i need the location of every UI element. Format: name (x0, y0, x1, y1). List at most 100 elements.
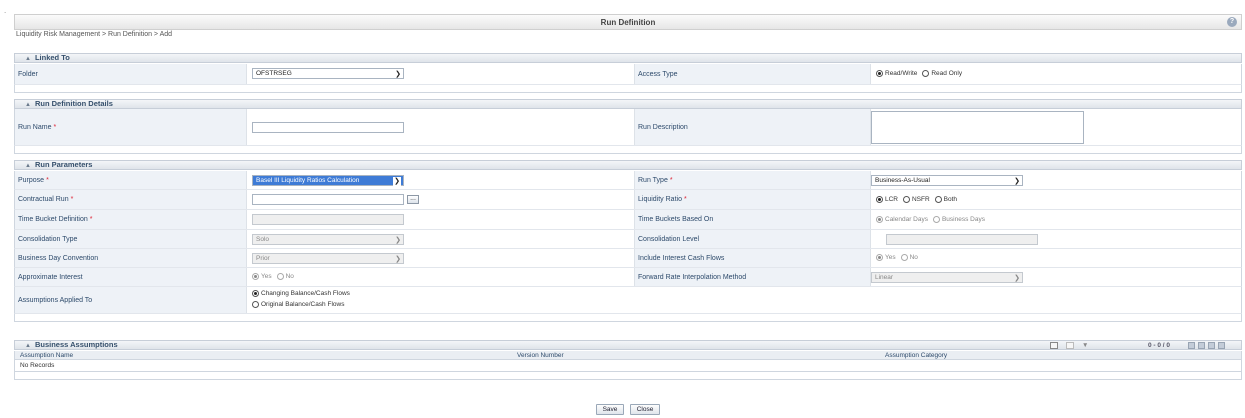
chevron-down-icon: ❯ (395, 71, 401, 78)
assumptions-applied-label: Assumptions Applied To (15, 287, 247, 313)
run-type-label: Run Type * (635, 171, 871, 189)
collapse-chevron-icon[interactable]: ▲ (25, 56, 31, 62)
param-row-contractual: Contractual Run * ... Liquidity Ratio * LC… (14, 190, 1242, 210)
include-interest-label: Include Interest Cash Flows (635, 249, 871, 267)
calendar-days-radio (876, 215, 883, 223)
liquidity-ratio-label: Liquidity Ratio * (635, 190, 871, 209)
collapse-chevron-icon[interactable]: ▲ (25, 163, 31, 169)
folder-cell: OFSTRSEG ❯ (247, 64, 635, 84)
run-name-cell (247, 109, 635, 145)
run-details-row: Run Name * Run Description (14, 109, 1242, 146)
section-title: Business Assumptions (34, 340, 118, 349)
access-type-label: Access Type (635, 64, 871, 84)
chevron-down-icon: ❯ (393, 177, 401, 186)
both-radio[interactable] (934, 195, 942, 203)
purpose-select[interactable]: Basel III Liquidity Ratios Calculation ❯ (252, 175, 404, 186)
next-page-icon[interactable] (1208, 342, 1215, 349)
approx-interest-cell: Yes No (247, 268, 635, 286)
consolidation-type-select: Solo ❯ (252, 234, 404, 245)
section-run-parameters[interactable]: ▲ Run Parameters (14, 160, 1242, 170)
include-interest-yes-radio (876, 254, 883, 262)
access-type-cell: Read/Write Read Only (871, 64, 1243, 84)
param-row-approx-interest: Approximate Interest Yes No Forward Rate… (14, 268, 1242, 287)
include-interest-no-radio (900, 254, 908, 262)
run-type-select[interactable]: Business-As-Usual ❯ (871, 175, 1023, 186)
business-day-cell: Prior ❯ (247, 249, 635, 267)
section-spacer (14, 85, 1242, 93)
section-title: Linked To (34, 53, 70, 62)
contractual-run-input[interactable] (252, 194, 404, 205)
last-page-icon[interactable] (1218, 342, 1225, 349)
include-interest-no-label: No (909, 254, 918, 262)
changing-balance-radio[interactable] (252, 290, 259, 297)
time-buckets-based-on-label: Time Buckets Based On (635, 210, 871, 229)
chevron-down-icon: ❯ (395, 237, 401, 244)
time-bucket-cell (247, 210, 635, 229)
save-button[interactable]: Save (596, 404, 624, 415)
nsfr-radio[interactable] (902, 195, 910, 203)
consolidation-level-input (886, 234, 1038, 245)
folder-select[interactable]: OFSTRSEG ❯ (252, 68, 404, 79)
collapse-chevron-icon[interactable]: ▲ (25, 343, 31, 349)
approx-interest-no-radio (276, 273, 284, 281)
approx-interest-label: Approximate Interest (15, 268, 247, 286)
breadcrumb: Liquidity Risk Management > Run Definiti… (16, 31, 173, 38)
run-name-label: Run Name * (15, 109, 247, 145)
time-buckets-based-on-cell: Calendar Days Business Days (871, 210, 1243, 229)
run-name-input[interactable] (252, 122, 404, 133)
window-titlebar: Run Definition ? (14, 14, 1242, 30)
folder-label: Folder (15, 64, 247, 84)
add-icon[interactable] (1050, 342, 1058, 349)
no-records-row: No Records (14, 360, 1242, 372)
access-readonly-label: Read Only (931, 70, 963, 78)
access-readwrite-radio[interactable] (876, 70, 883, 78)
original-balance-radio[interactable] (252, 301, 259, 308)
access-readwrite-label: Read/Write (885, 70, 918, 78)
prev-page-icon[interactable] (1198, 342, 1205, 349)
contractual-run-cell: ... (247, 190, 635, 209)
collapse-chevron-icon[interactable]: ▲ (25, 102, 31, 108)
page-title: Run Definition (600, 18, 656, 27)
linked-to-row: Folder OFSTRSEG ❯ Access Type Read/Write … (14, 64, 1242, 85)
section-run-definition-details[interactable]: ▲ Run Definition Details (14, 99, 1242, 109)
edit-icon[interactable] (1066, 342, 1074, 349)
column-header[interactable]: Version Number (517, 352, 564, 359)
time-bucket-input (252, 214, 404, 225)
help-icon[interactable]: ? (1227, 17, 1237, 27)
chevron-down-icon: ❯ (1014, 178, 1020, 185)
filter-icon[interactable]: ▼ (1082, 342, 1088, 350)
lcr-label: LCR (885, 195, 899, 203)
section-title: Run Parameters (34, 160, 93, 169)
close-button[interactable]: Close (630, 404, 660, 415)
purpose-label: Purpose * (15, 171, 247, 189)
original-balance-label: Original Balance/Cash Flows (261, 301, 345, 308)
forward-rate-select: Linear ❯ (871, 272, 1023, 283)
section-linked-to[interactable]: ▲ Linked To (14, 53, 1242, 63)
first-page-icon[interactable] (1188, 342, 1195, 349)
browse-button[interactable]: ... (407, 195, 419, 204)
chevron-down-icon: ❯ (395, 256, 401, 263)
calendar-days-label: Calendar Days (885, 215, 928, 223)
forward-rate-cell: Linear ❯ (871, 268, 1243, 286)
lcr-radio[interactable] (876, 195, 883, 203)
business-day-select: Prior ❯ (252, 253, 404, 264)
column-header[interactable]: Assumption Category (885, 352, 947, 359)
business-days-radio (932, 215, 940, 223)
param-row-purpose: Purpose * Basel III Liquidity Ratios Calc… (14, 171, 1242, 190)
changing-balance-label: Changing Balance/Cash Flows (261, 290, 350, 297)
param-row-time-bucket: Time Bucket Definition * Time Buckets Bas… (14, 210, 1242, 230)
run-description-textarea[interactable] (871, 111, 1084, 144)
approx-interest-yes-label: Yes (261, 273, 272, 281)
consolidation-level-label: Consolidation Level (635, 230, 871, 248)
time-bucket-label: Time Bucket Definition * (15, 210, 247, 229)
section-business-assumptions[interactable]: ▲ Business Assumptions ▼ 0 - 0 / 0 (14, 340, 1242, 350)
assumptions-table-header: Assumption Name Version Number Assumptio… (14, 351, 1242, 360)
access-readonly-radio[interactable] (922, 70, 930, 78)
section-spacer (14, 314, 1242, 322)
column-header[interactable]: Assumption Name (20, 352, 73, 359)
param-row-consolidation: Consolidation Type Solo ❯ Consolidation L… (14, 230, 1242, 249)
include-interest-yes-label: Yes (885, 254, 896, 262)
param-row-assumptions: Assumptions Applied To Changing Balance/… (14, 287, 1242, 314)
pager-count: 0 - 0 / 0 (1148, 342, 1171, 349)
consolidation-type-cell: Solo ❯ (247, 230, 635, 248)
